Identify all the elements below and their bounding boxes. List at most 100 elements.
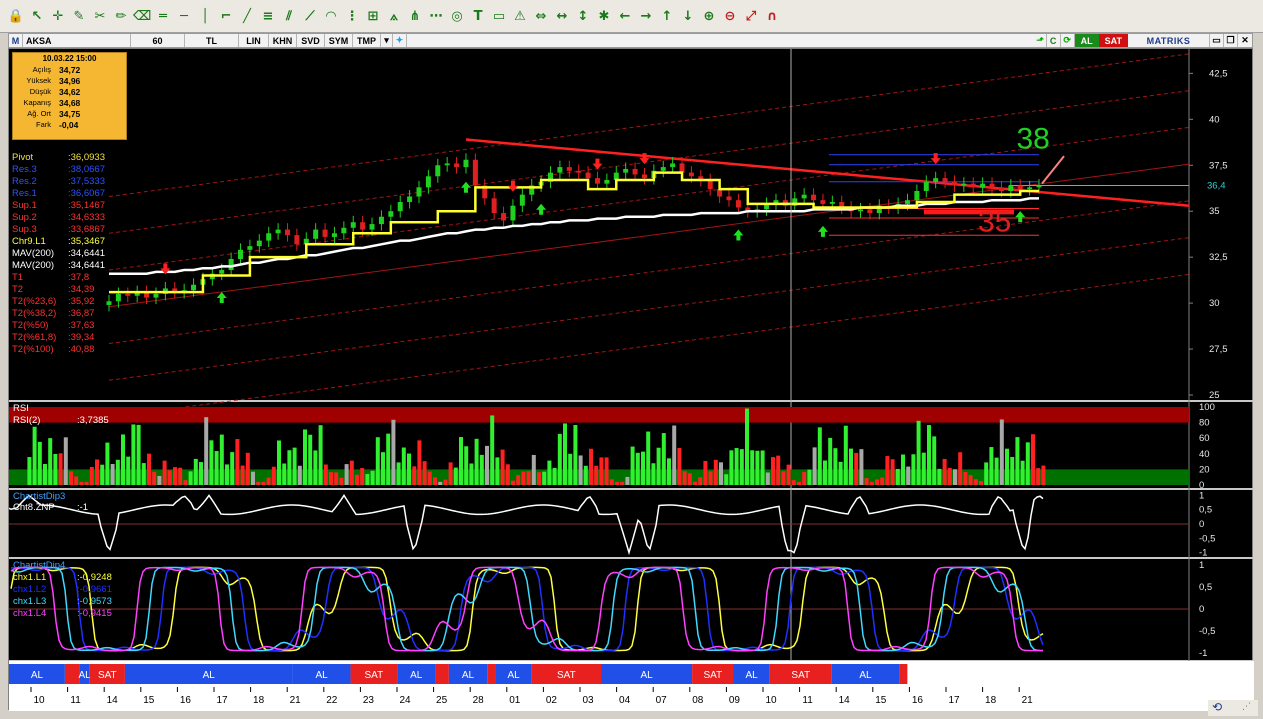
rsi-tick-label: 20 [1199, 464, 1210, 475]
cursor-icon[interactable]: ↖ [27, 5, 47, 27]
currency-select[interactable]: TL [185, 34, 239, 47]
zoom-out-icon[interactable]: ⊖ [720, 5, 740, 27]
indicator-row: T2(%23,6):35,92 [12, 296, 182, 308]
edit-icon[interactable]: ✎ [69, 5, 89, 27]
chart-svg[interactable]: 38 35 AL AL SAT AL AL SAT AL AL AL SAT AL SAT AL SAT AL… [9, 49, 1254, 711]
rsi-bar [994, 457, 999, 485]
symbol-field[interactable]: AKSA [23, 34, 131, 47]
rsi-bar [27, 457, 32, 485]
channel-icon[interactable]: ≡ [258, 5, 278, 27]
left-icon[interactable]: ← [615, 5, 635, 27]
arrow-both-icon[interactable]: ⇔ [531, 5, 551, 27]
regression-icon[interactable]: ⋯ [426, 5, 446, 27]
eraser-icon[interactable]: ⌫ [132, 5, 152, 27]
export-icon[interactable]: ⬏ [1035, 34, 1047, 47]
restore-button[interactable]: ❐ [1224, 34, 1238, 47]
star-icon[interactable]: ✱ [594, 5, 614, 27]
refresh-icon[interactable]: ⟳ [1061, 34, 1075, 47]
gann-fan-icon[interactable]: ⟑ [384, 5, 404, 27]
magnet-icon[interactable]: ∩ [762, 5, 782, 27]
candle-body [735, 200, 741, 208]
down-icon[interactable]: ↓ [678, 5, 698, 27]
arrow-v-icon[interactable]: ↕ [573, 5, 593, 27]
dip4-tick-label: 0 [1199, 604, 1204, 615]
candle-body [585, 172, 591, 179]
y-tick-label: 25 [1209, 390, 1220, 401]
period-select[interactable]: 60 [131, 34, 185, 47]
date-label: 16 [180, 695, 192, 706]
info-label: Düşük [29, 87, 51, 96]
sync-icon[interactable]: ⟲ [1212, 700, 1222, 714]
rsi-bar [828, 437, 833, 485]
tools-icon[interactable]: ✂ [90, 5, 110, 27]
sell-badge[interactable]: SAT [1098, 34, 1128, 47]
fib-time-icon[interactable]: ⋮ [342, 5, 362, 27]
rsi-bar [110, 463, 115, 485]
panel-value: :3,7385 [77, 415, 109, 426]
right-icon[interactable]: → [636, 5, 656, 27]
rsi-bar [459, 437, 463, 485]
candle-body [679, 163, 685, 173]
tmp-button[interactable]: TMP [353, 34, 381, 47]
rsi-bar [942, 458, 947, 485]
gann-icon[interactable]: ⊞ [363, 5, 383, 27]
svd-button[interactable]: SVD [297, 34, 325, 47]
trend-icon[interactable]: ╱ [237, 5, 257, 27]
dip4-tick-label: 1 [1199, 560, 1204, 571]
rsi-tick-label: 100 [1199, 402, 1215, 413]
rsi-bar [391, 419, 396, 485]
vertical-line-icon[interactable]: │ [195, 5, 215, 27]
date-label: 16 [912, 695, 924, 706]
sym-button[interactable]: SYM [325, 34, 353, 47]
alert-icon[interactable]: ⚠ [510, 5, 530, 27]
rsi-bar [230, 452, 235, 485]
rsi-bar [646, 431, 651, 485]
lock-icon[interactable]: 🔒 [6, 5, 26, 27]
up-icon[interactable]: ↑ [657, 5, 677, 27]
khn-button[interactable]: KHN [269, 34, 297, 47]
chevron-down-icon[interactable]: ▾ [381, 34, 393, 47]
text-icon[interactable]: T [468, 5, 488, 27]
candle-body [313, 229, 319, 239]
close-button[interactable]: ✕ [1238, 34, 1252, 47]
scale-button[interactable]: LIN [239, 34, 269, 47]
candle-body [998, 187, 1004, 191]
pencil-icon[interactable]: ✏ [111, 5, 131, 27]
arrow-h-icon[interactable]: ↔ [552, 5, 572, 27]
note-icon[interactable]: ▭ [489, 5, 509, 27]
candle-body [961, 183, 967, 186]
fib-fan-icon[interactable]: ⟋ [300, 5, 320, 27]
rsi-bar [713, 459, 718, 485]
candle-body [454, 163, 460, 168]
resize-icon[interactable]: ⤢ [741, 5, 761, 27]
rsi-bar [682, 471, 687, 485]
fibonacci-icon[interactable]: ⫽ [279, 5, 299, 27]
buy-badge[interactable]: AL [1074, 34, 1099, 47]
candle-body [331, 233, 337, 237]
rsi-bar [375, 437, 380, 485]
info-row: Yüksek 34,96 [15, 75, 124, 86]
fib-arc-icon[interactable]: ◠ [321, 5, 341, 27]
equal-icon[interactable]: ═ [153, 5, 173, 27]
crosshair-icon[interactable]: ✛ [48, 5, 68, 27]
info-label: Fark [36, 120, 51, 129]
rsi-bar [292, 447, 297, 485]
bracket-icon[interactable]: ⌐ [216, 5, 236, 27]
rsi-bar [854, 452, 859, 485]
rsi-bar [599, 457, 604, 485]
cycle-icon[interactable]: ◎ [447, 5, 467, 27]
c-button[interactable]: C [1047, 34, 1061, 47]
chart-area[interactable]: 38 35 AL AL SAT AL AL SAT AL AL AL SAT AL SAT AL SAT AL… [8, 48, 1254, 711]
minimize-button[interactable]: ▭ [1210, 34, 1224, 47]
rsi-bar [167, 470, 172, 485]
rsi-bar [271, 466, 276, 485]
horizontal-line-icon[interactable]: ─ [174, 5, 194, 27]
zoom-in-icon[interactable]: ⊕ [699, 5, 719, 27]
pitchfork-icon[interactable]: ⋔ [405, 5, 425, 27]
rsi-bar [999, 419, 1004, 485]
twitter-icon[interactable]: ✦ [393, 34, 407, 47]
candle-body [688, 172, 694, 177]
rsi-bar [802, 472, 807, 485]
rsi-bar [48, 438, 53, 485]
candle-body [989, 183, 995, 188]
